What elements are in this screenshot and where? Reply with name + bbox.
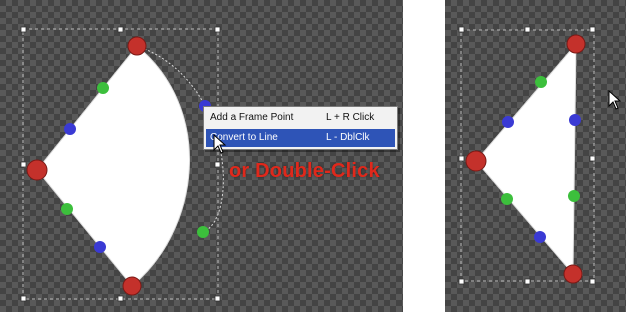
corner-point[interactable] [122, 276, 142, 296]
context-menu: Add a Frame Point L + R Click Convert to… [203, 106, 398, 150]
frame-handle[interactable] [524, 278, 531, 285]
frame-handle[interactable] [117, 26, 124, 33]
corner-point[interactable] [127, 36, 147, 56]
frame-handle[interactable] [20, 161, 27, 168]
control-point-green[interactable] [501, 193, 513, 205]
control-point-blue[interactable] [502, 116, 514, 128]
menu-item-shortcut: L - DblClk [326, 132, 370, 143]
frame-handle[interactable] [458, 26, 465, 33]
control-point-blue[interactable] [569, 114, 581, 126]
control-point-green[interactable] [97, 82, 109, 94]
frame-handle[interactable] [589, 26, 596, 33]
control-point-green[interactable] [535, 76, 547, 88]
frame-handle[interactable] [524, 26, 531, 33]
corner-point[interactable] [465, 150, 487, 172]
frame-handle[interactable] [458, 155, 465, 162]
menu-item-convert-to-line[interactable]: Convert to Line L - DblClk [206, 129, 395, 147]
menu-item-shortcut: L + R Click [326, 112, 375, 123]
double-click-caption: or Double-Click [229, 160, 380, 182]
frame-handle[interactable] [458, 278, 465, 285]
frame-handle[interactable] [117, 295, 124, 302]
menu-item-add-frame-point[interactable]: Add a Frame Point L + R Click [206, 109, 395, 127]
mouse-cursor-icon [213, 134, 227, 154]
frame-handle[interactable] [214, 295, 221, 302]
frame-handle[interactable] [214, 161, 221, 168]
control-point-green[interactable] [568, 190, 580, 202]
shape-straight-view [458, 26, 596, 285]
frame-handle[interactable] [214, 26, 221, 33]
canvas-before[interactable] [0, 0, 403, 312]
frame-handle[interactable] [20, 26, 27, 33]
shape-curved-view [20, 26, 224, 302]
control-point-blue[interactable] [534, 231, 546, 243]
control-point-green[interactable] [61, 203, 73, 215]
frame-handle[interactable] [589, 278, 596, 285]
curved-shape[interactable] [36, 45, 190, 287]
control-point-green[interactable] [197, 226, 209, 238]
mouse-cursor-icon [608, 90, 622, 110]
frame-handle[interactable] [589, 155, 596, 162]
canvas-after[interactable] [445, 0, 626, 312]
frame-handle[interactable] [20, 295, 27, 302]
menu-item-label: Add a Frame Point [210, 112, 294, 123]
corner-point[interactable] [566, 34, 586, 54]
straight-shape[interactable] [475, 42, 577, 276]
control-point-blue[interactable] [64, 123, 76, 135]
corner-point[interactable] [26, 159, 48, 181]
control-point-blue[interactable] [94, 241, 106, 253]
corner-point[interactable] [563, 264, 583, 284]
